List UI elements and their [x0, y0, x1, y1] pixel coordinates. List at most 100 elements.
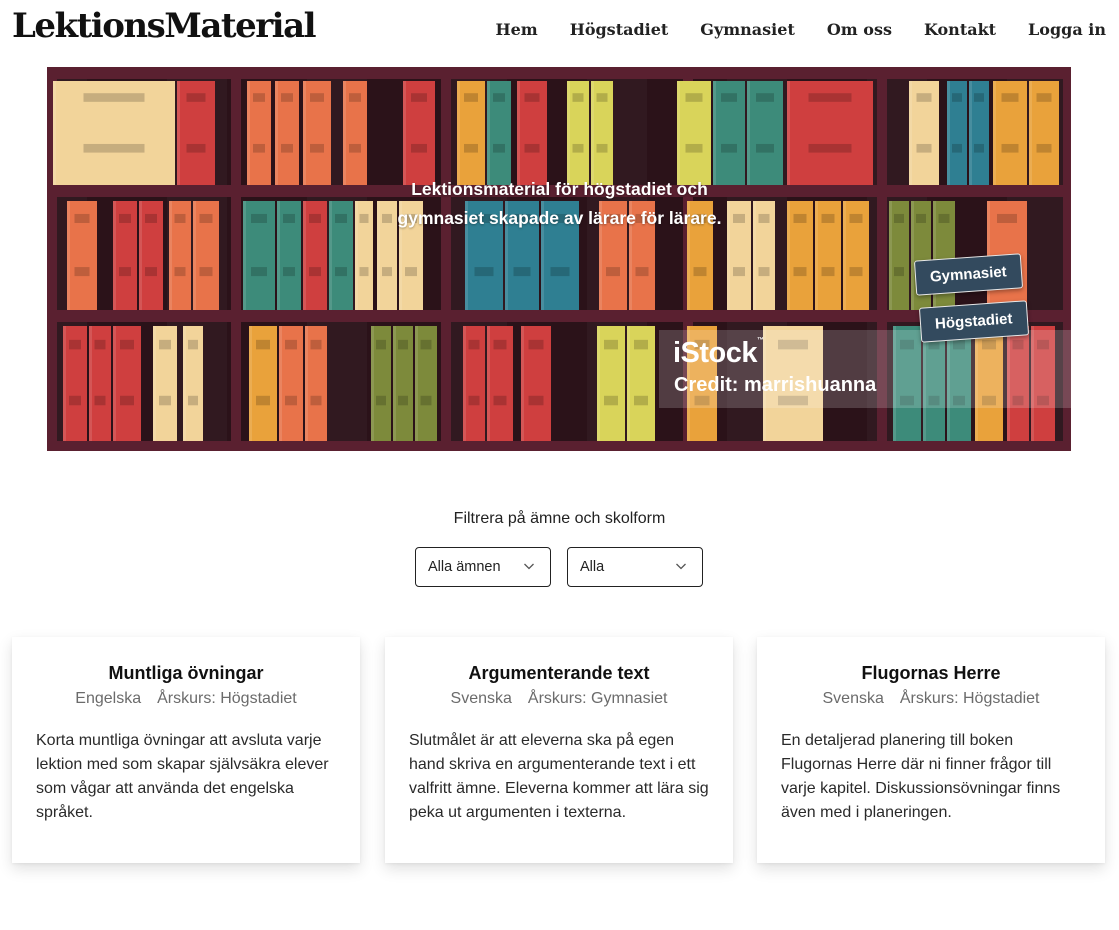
- book-edge: [63, 326, 66, 441]
- book-band: [758, 267, 770, 277]
- card-title: Muntliga övningar: [108, 663, 264, 683]
- book-edge: [277, 201, 280, 310]
- book-band: [83, 143, 145, 153]
- hero-banner: iStock™ Credit: marrishuanna Lektionsmat…: [47, 67, 1071, 451]
- book-edge: [1029, 81, 1032, 185]
- nav-link-logga-in[interactable]: Logga in: [1028, 20, 1106, 39]
- book-band: [524, 143, 540, 153]
- book-band: [376, 395, 386, 406]
- book-band: [916, 213, 926, 223]
- book-edge: [403, 81, 406, 185]
- book-band: [145, 213, 157, 223]
- book-band: [159, 395, 171, 406]
- book-band: [464, 143, 478, 153]
- card-subject: Svenska: [450, 690, 512, 707]
- book-band: [821, 213, 835, 223]
- tag-hogstadiet-button[interactable]: Högstadiet: [918, 300, 1029, 343]
- book-edge: [139, 201, 142, 310]
- book-band: [199, 267, 213, 277]
- book-band: [894, 213, 904, 223]
- book-band: [821, 267, 835, 277]
- book-band: [916, 93, 932, 102]
- book-edge: [457, 81, 460, 185]
- book-edge: [521, 326, 524, 441]
- lesson-card[interactable]: Argumenterande text Svenska Årskurs: Gymn…: [385, 637, 733, 863]
- book-edge: [747, 81, 750, 185]
- site-logo[interactable]: LektionsMaterial: [12, 6, 317, 46]
- school-select[interactable]: Alla: [567, 547, 703, 587]
- card-description: Slutmålet är att eleverna ska på egen ha…: [409, 732, 709, 821]
- book-band: [464, 93, 478, 102]
- book-band: [309, 213, 321, 223]
- book-edge: [377, 201, 380, 310]
- card-title: Flugornas Herre: [861, 663, 1001, 683]
- book-band: [69, 339, 81, 350]
- book-band: [693, 267, 707, 277]
- book-edge: [787, 201, 790, 310]
- book-band: [310, 93, 324, 102]
- book-band: [758, 213, 770, 223]
- card-title: Argumenterande text: [468, 663, 650, 683]
- photo-credit: Credit: marrishuanna: [674, 374, 877, 396]
- book-edge: [279, 326, 282, 441]
- book-band: [188, 339, 198, 350]
- book-band: [349, 93, 361, 102]
- card-subject: Engelska: [75, 690, 142, 707]
- book-band: [420, 395, 432, 406]
- book-edge: [177, 81, 180, 185]
- book-band: [335, 267, 347, 277]
- nav-link-hogstadiet[interactable]: Högstadiet: [570, 20, 669, 39]
- book-band: [849, 213, 863, 223]
- book-band: [69, 395, 81, 406]
- shelf-board: [47, 441, 1071, 451]
- book-band: [411, 143, 427, 153]
- book-band: [604, 395, 618, 406]
- book-band: [174, 267, 186, 277]
- shelf-board: [47, 67, 1071, 79]
- book-band: [186, 143, 206, 153]
- subject-select[interactable]: Alla ämnen: [415, 547, 551, 587]
- lesson-card[interactable]: Flugornas Herre Svenska Årskurs: Högstadi…: [757, 637, 1105, 863]
- book-band: [382, 267, 392, 277]
- book-band: [733, 267, 745, 277]
- book-band: [474, 267, 494, 277]
- book-band: [281, 93, 293, 102]
- book-edge: [303, 81, 306, 185]
- book-edge: [787, 81, 790, 185]
- nav-link-hem[interactable]: Hem: [495, 20, 537, 39]
- book-band: [974, 143, 984, 153]
- book-band: [721, 93, 737, 102]
- nav-link-gymnasiet[interactable]: Gymnasiet: [700, 20, 795, 39]
- tag-gymnasiet-button[interactable]: Gymnasiet: [913, 253, 1023, 296]
- book-edge: [597, 326, 600, 441]
- book-band: [849, 267, 863, 277]
- book-band: [572, 143, 584, 153]
- book-band: [119, 213, 131, 223]
- book-band: [468, 395, 480, 406]
- book-edge: [303, 201, 306, 310]
- lesson-card[interactable]: Muntliga övningar Engelska Årskurs: Högst…: [12, 637, 360, 863]
- book-edge: [993, 81, 996, 185]
- book-band: [635, 267, 649, 277]
- book-edge: [911, 201, 914, 310]
- book-band: [281, 143, 293, 153]
- book-band: [733, 213, 745, 223]
- book-band: [1001, 143, 1019, 153]
- book-band: [405, 267, 417, 277]
- card-description: En detaljerad planering till boken Flugo…: [781, 732, 1061, 821]
- book-edge: [487, 81, 490, 185]
- book-band: [685, 143, 703, 153]
- book-band: [310, 395, 322, 406]
- nav-link-om-oss[interactable]: Om oss: [827, 20, 892, 39]
- book-band: [94, 339, 106, 350]
- book-band: [513, 267, 531, 277]
- book-band: [997, 213, 1017, 223]
- book-band: [359, 213, 369, 223]
- book-band: [572, 93, 584, 102]
- book-band: [349, 143, 361, 153]
- book-edge: [415, 326, 418, 441]
- card-meta: Svenska Årskurs: Högstadiet: [757, 690, 1105, 708]
- nav-link-kontakt[interactable]: Kontakt: [924, 20, 996, 39]
- book-band: [528, 339, 544, 350]
- school-select-value: Alla: [580, 559, 605, 575]
